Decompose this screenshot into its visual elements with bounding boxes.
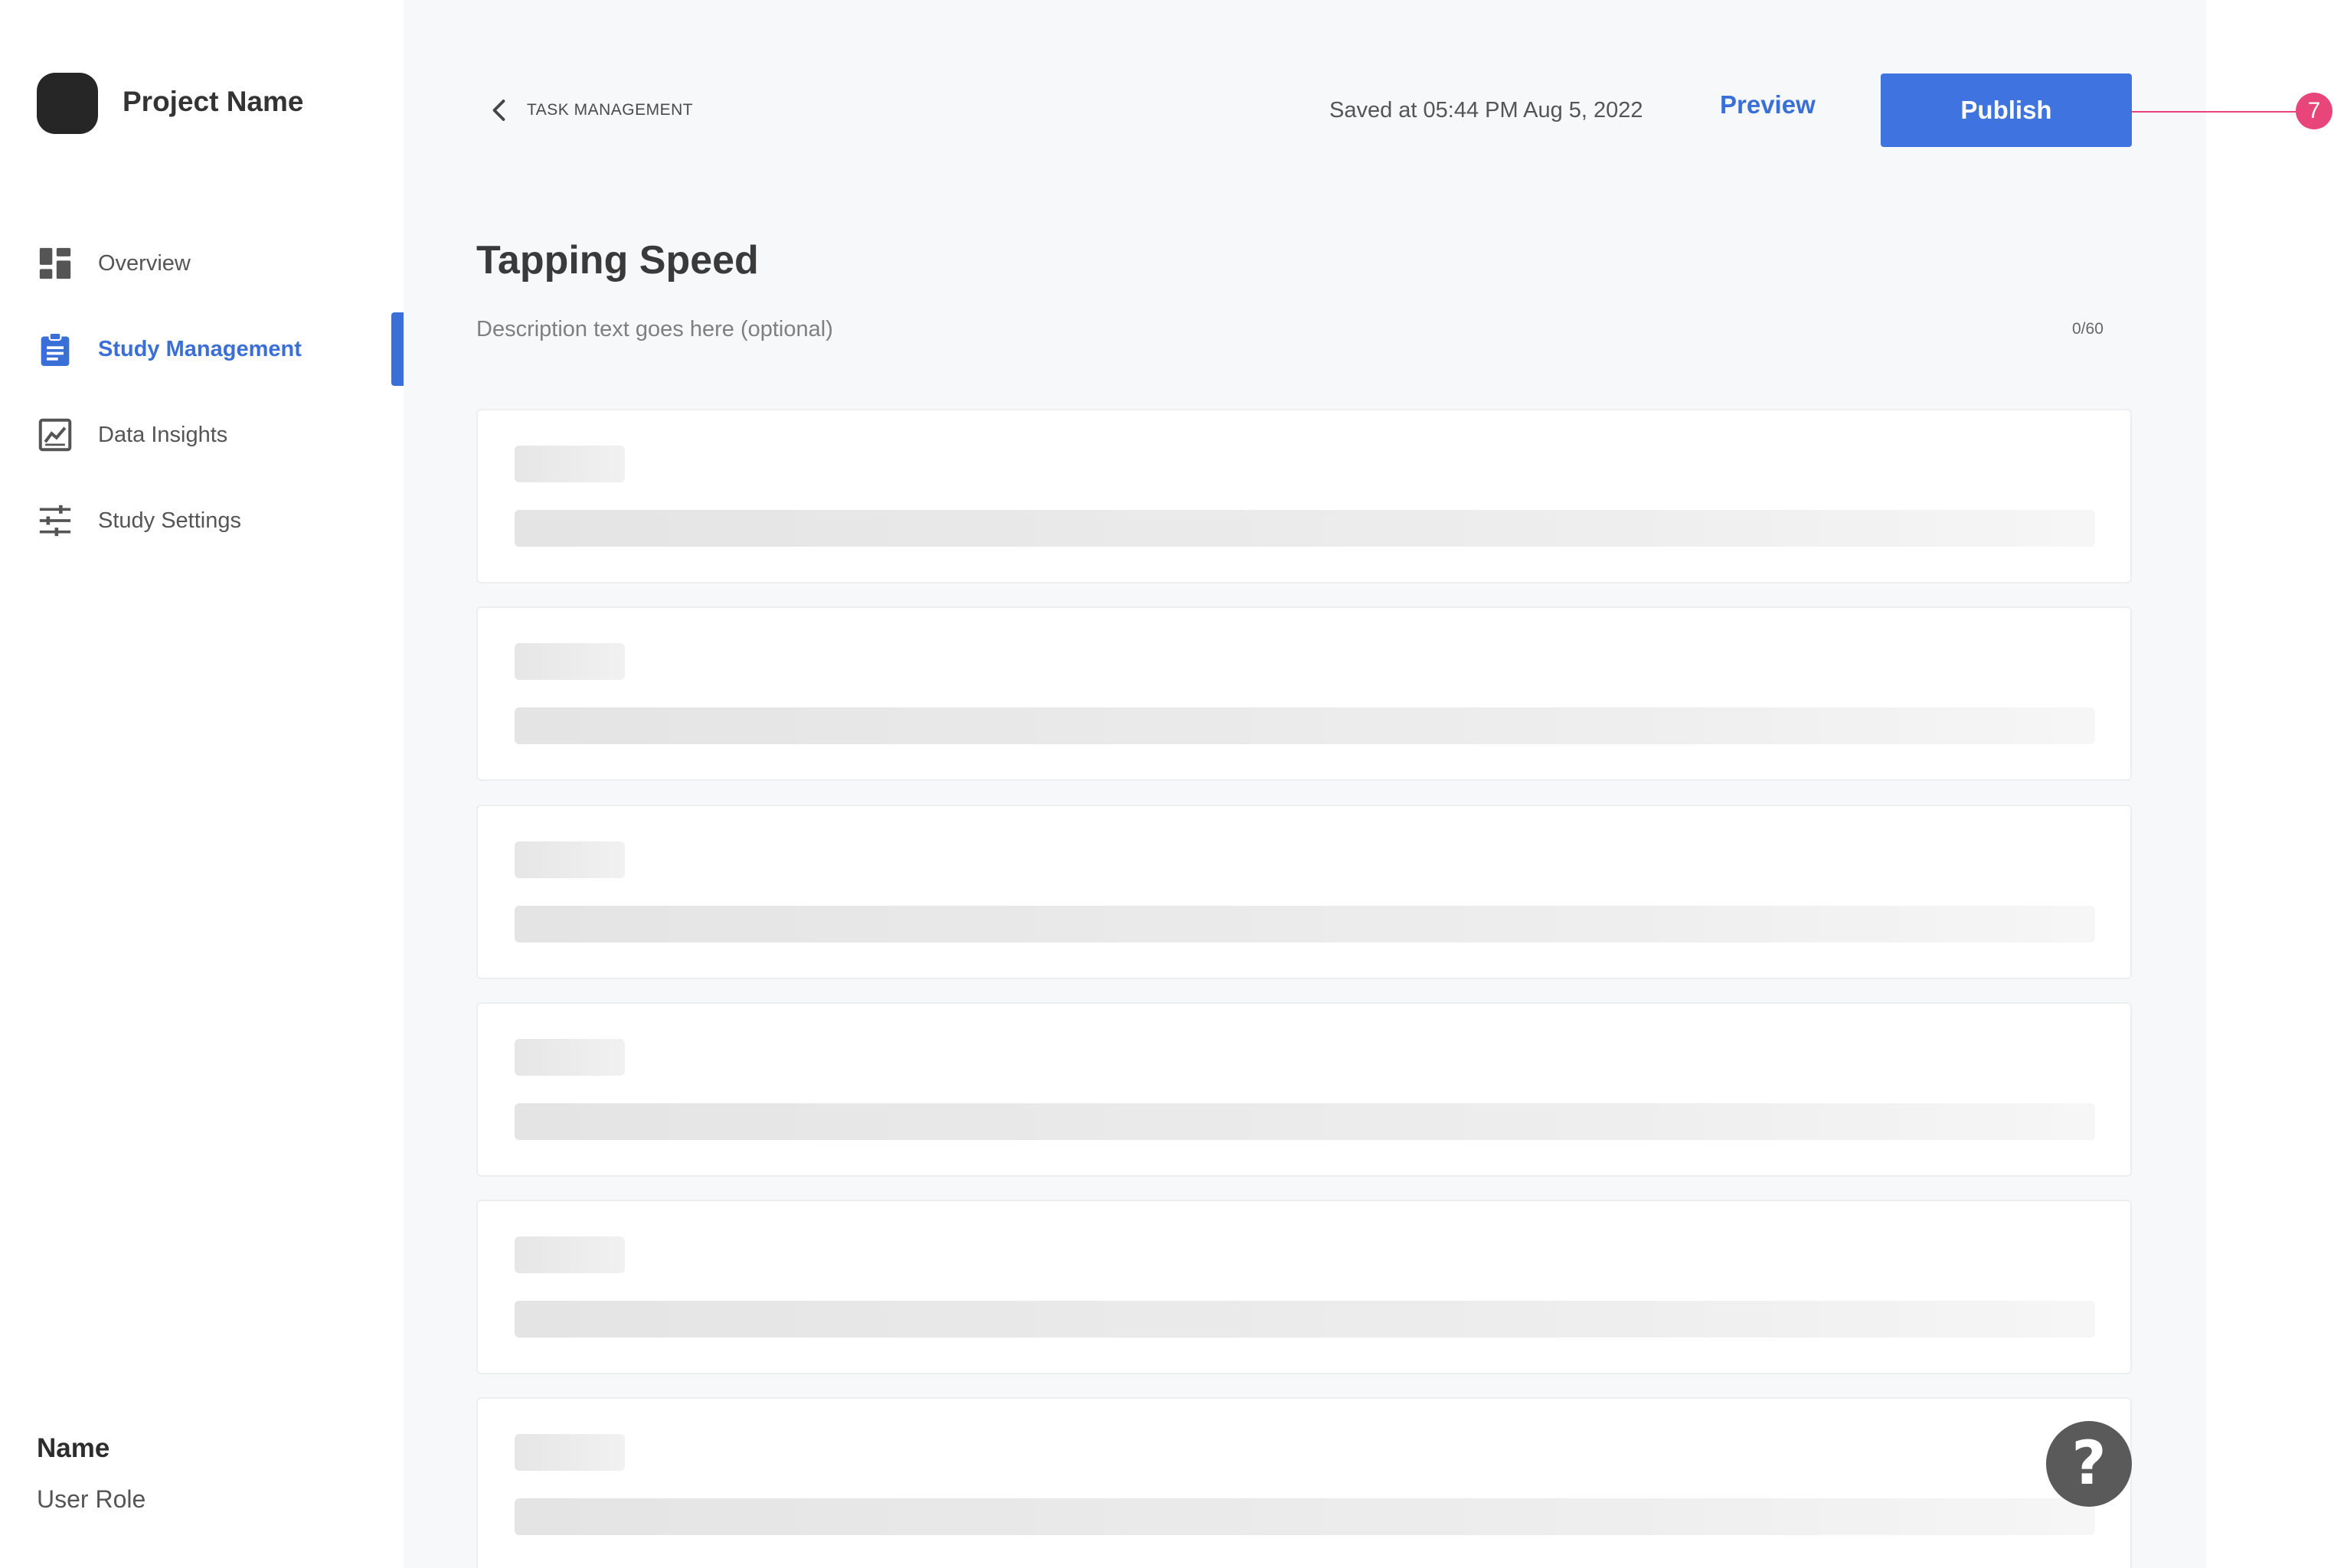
sidebar-item-data-insights[interactable]: Data Insights xyxy=(0,398,404,472)
skeleton-line-long xyxy=(515,1301,2095,1338)
sidebar-item-study-settings[interactable]: Study Settings xyxy=(0,484,404,557)
breadcrumb[interactable]: TASK MANAGEMENT xyxy=(527,101,693,119)
skeleton-card xyxy=(476,409,2132,583)
skeleton-line-short xyxy=(515,643,625,680)
sidebar-item-label: Data Insights xyxy=(98,422,228,447)
skeleton-line-long xyxy=(515,1498,2095,1535)
page-title[interactable]: Tapping Speed xyxy=(476,237,759,283)
skeleton-line-short xyxy=(515,446,625,482)
chevron-left-icon[interactable] xyxy=(486,95,514,126)
skeleton-line-long xyxy=(515,906,2095,942)
chart-icon xyxy=(38,418,72,452)
skeleton-card xyxy=(476,1002,2132,1177)
question-mark-icon: ? xyxy=(2071,1429,2107,1498)
sidebar-item-label: Study Settings xyxy=(98,508,241,533)
skeleton-card xyxy=(476,805,2132,979)
description-input[interactable] xyxy=(476,312,1855,346)
user-role: User Role xyxy=(37,1485,146,1513)
preview-button[interactable]: Preview xyxy=(1720,90,1816,119)
skeleton-line-long xyxy=(515,707,2095,744)
skeleton-line-short xyxy=(515,1236,625,1273)
help-button[interactable]: ? xyxy=(2046,1421,2132,1507)
sidebar: Project Name Overview Study Management D… xyxy=(0,0,404,1568)
dashboard-icon xyxy=(39,247,71,279)
skeleton-line-long xyxy=(515,1103,2095,1140)
sidebar-item-label: Overview xyxy=(98,250,191,276)
project-logo[interactable] xyxy=(37,73,98,134)
annotation-marker: 7 xyxy=(2296,93,2332,129)
skeleton-card xyxy=(476,1200,2132,1374)
skeleton-line-long xyxy=(515,510,2095,547)
skeleton-card xyxy=(476,606,2132,781)
active-indicator xyxy=(391,312,404,386)
user-name: Name xyxy=(37,1433,110,1463)
skeleton-line-short xyxy=(515,1039,625,1076)
annotation-line xyxy=(2132,111,2299,113)
sidebar-item-label: Study Management xyxy=(98,336,302,361)
sidebar-item-study-management[interactable]: Study Management xyxy=(0,312,404,386)
save-status: Saved at 05:44 PM Aug 5, 2022 xyxy=(1329,98,1643,122)
project-name: Project Name xyxy=(123,86,304,117)
skeleton-line-short xyxy=(515,841,625,878)
char-counter: 0/60 xyxy=(2072,320,2104,338)
skeleton-card xyxy=(476,1397,2132,1568)
app-root: Project Name Overview Study Management D… xyxy=(0,0,2334,1568)
clipboard-icon xyxy=(41,332,70,366)
sidebar-item-overview[interactable]: Overview xyxy=(0,227,404,300)
skeleton-line-short xyxy=(515,1434,625,1471)
publish-button[interactable]: Publish xyxy=(1881,74,2132,147)
sliders-icon xyxy=(39,505,71,537)
